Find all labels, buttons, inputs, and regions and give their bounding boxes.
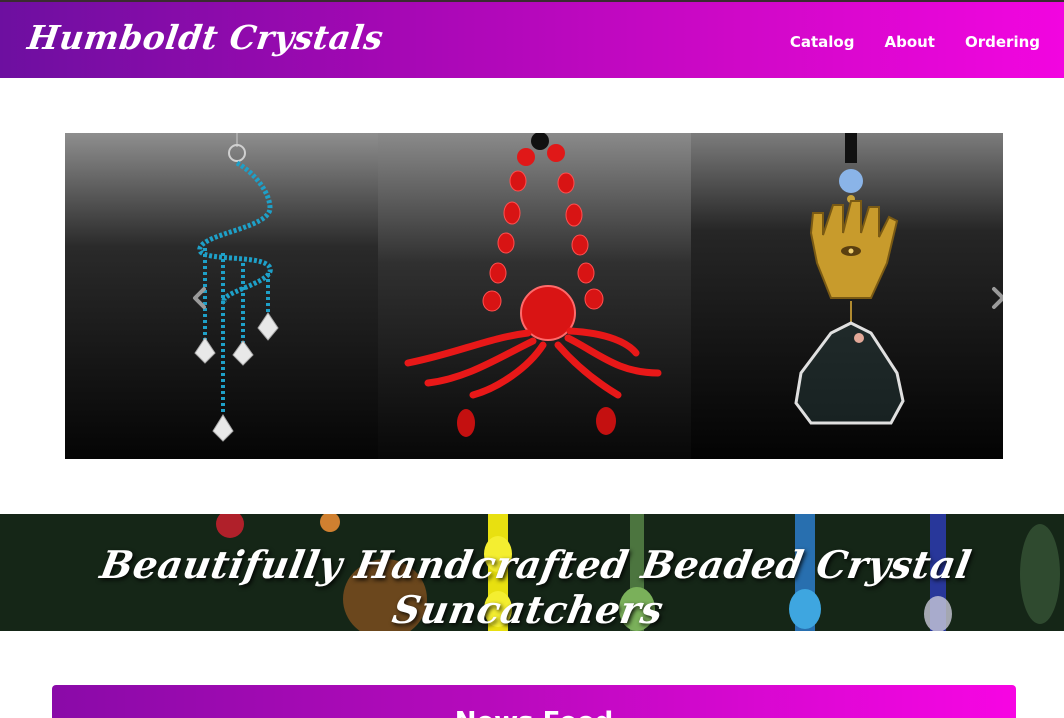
image-carousel [65,133,1003,459]
nav-link-ordering[interactable]: Ordering [965,33,1040,51]
hamsa-suncatcher-image [691,133,1003,459]
navbar: Humboldt Crystals Catalog About Ordering [0,0,1064,78]
red-octopus-suncatcher-image [378,133,691,459]
nav-link-about[interactable]: About [884,33,935,51]
hero-banner: Beautifully Handcrafted Beaded Crystal S… [0,514,1064,631]
news-panel: News Feed [52,685,1016,718]
hero-title: Beautifully Handcrafted Beaded Crystal S… [97,542,975,631]
spiral-suncatcher-image [65,133,378,459]
brand-logo[interactable]: Humboldt Crystals [25,18,386,57]
carousel-slide-hamsa [691,133,1003,459]
carousel-slide-spiral [65,133,378,459]
nav-link-catalog[interactable]: Catalog [790,33,855,51]
chevron-right-icon [992,287,1003,309]
news-title: News Feed [52,707,1016,718]
chevron-left-icon [193,287,206,309]
nav-links: Catalog About Ordering [790,33,1040,51]
carousel-prev-button[interactable] [185,283,215,313]
carousel-next-button[interactable] [983,283,1003,313]
carousel-slide-octopus [378,133,691,459]
